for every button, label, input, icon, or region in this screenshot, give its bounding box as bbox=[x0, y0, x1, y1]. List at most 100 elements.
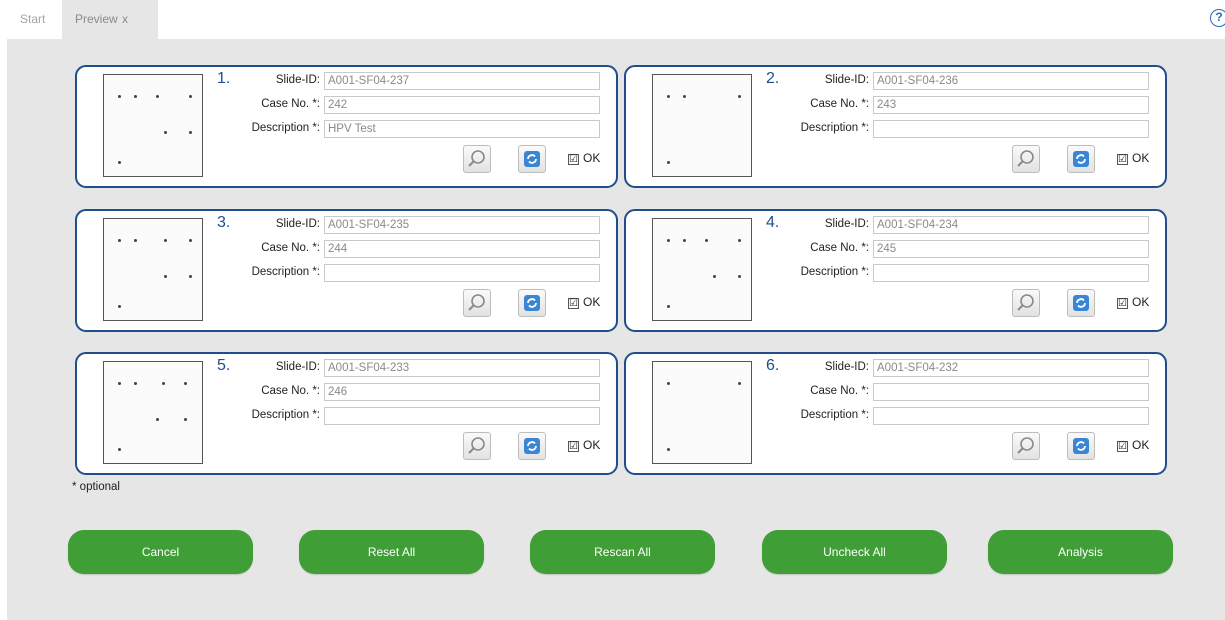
slide-id-field[interactable]: A001-SF04-234 bbox=[873, 216, 1149, 234]
slide-id-label: Slide-ID: bbox=[824, 74, 869, 86]
magnifier-icon bbox=[468, 150, 485, 167]
ok-label: OK bbox=[1132, 151, 1150, 165]
slide-spot-dot bbox=[667, 448, 670, 451]
tab-close-icon[interactable]: x bbox=[122, 0, 128, 39]
tab-start[interactable]: Start bbox=[20, 0, 45, 39]
case-no-field[interactable] bbox=[873, 383, 1149, 401]
slide-id-field[interactable]: A001-SF04-235 bbox=[324, 216, 600, 234]
rescan-button[interactable] bbox=[1067, 145, 1095, 173]
description-field[interactable] bbox=[873, 407, 1149, 425]
description-field[interactable] bbox=[873, 264, 1149, 282]
case-no-field[interactable]: 244 bbox=[324, 240, 600, 258]
reset-all-button[interactable]: Reset All bbox=[299, 530, 484, 574]
description-field[interactable] bbox=[324, 407, 600, 425]
description-label: Description *: bbox=[251, 122, 320, 134]
zoom-button[interactable] bbox=[463, 289, 491, 317]
slide-spot-dot bbox=[667, 161, 670, 164]
slide-spot-dot bbox=[156, 95, 159, 98]
slide-card-6: 6. Slide-ID: A001-SF04-232 Case No. *: D… bbox=[624, 352, 1167, 475]
analysis-button[interactable]: Analysis bbox=[988, 530, 1173, 574]
tab-preview[interactable]: Preview x bbox=[62, 0, 158, 40]
rescan-button[interactable] bbox=[518, 289, 546, 317]
slide-id-label: Slide-ID: bbox=[824, 361, 869, 373]
ok-checkbox[interactable]: ☑ bbox=[1117, 441, 1128, 452]
zoom-button[interactable] bbox=[463, 145, 491, 173]
ok-checkbox[interactable]: ☑ bbox=[568, 441, 579, 452]
case-no-label: Case No. *: bbox=[261, 98, 320, 110]
refresh-icon bbox=[524, 295, 540, 311]
ok-checkbox[interactable]: ☑ bbox=[1117, 154, 1128, 165]
rescan-button[interactable] bbox=[1067, 432, 1095, 460]
cancel-button[interactable]: Cancel bbox=[68, 530, 253, 574]
uncheck-all-button[interactable]: Uncheck All bbox=[762, 530, 947, 574]
rescan-button[interactable] bbox=[1067, 289, 1095, 317]
zoom-button[interactable] bbox=[1012, 289, 1040, 317]
description-field[interactable] bbox=[873, 120, 1149, 138]
magnifier-icon bbox=[1017, 294, 1034, 311]
slide-id-label: Slide-ID: bbox=[824, 218, 869, 230]
case-no-label: Case No. *: bbox=[810, 242, 869, 254]
refresh-icon bbox=[524, 438, 540, 454]
slide-spot-dot bbox=[156, 418, 159, 421]
description-label: Description *: bbox=[800, 266, 869, 278]
slide-id-field[interactable]: A001-SF04-236 bbox=[873, 72, 1149, 90]
slide-id-field[interactable]: A001-SF04-237 bbox=[324, 72, 600, 90]
case-no-field[interactable]: 246 bbox=[324, 383, 600, 401]
ok-label: OK bbox=[583, 295, 601, 309]
zoom-button[interactable] bbox=[1012, 145, 1040, 173]
slide-spot-dot bbox=[134, 239, 137, 242]
ok-checkbox[interactable]: ☑ bbox=[568, 154, 579, 165]
magnifier-icon bbox=[1017, 437, 1034, 454]
magnifier-icon bbox=[468, 437, 485, 454]
slide-card-5: 5. Slide-ID: A001-SF04-233 Case No. *: 2… bbox=[75, 352, 618, 475]
slide-spot-dot bbox=[118, 382, 121, 385]
ok-label: OK bbox=[1132, 438, 1150, 452]
description-label: Description *: bbox=[800, 122, 869, 134]
rescan-button[interactable] bbox=[518, 432, 546, 460]
case-no-label: Case No. *: bbox=[261, 242, 320, 254]
slide-spot-dot bbox=[683, 239, 686, 242]
help-icon[interactable]: ? bbox=[1210, 9, 1225, 27]
description-field[interactable]: HPV Test bbox=[324, 120, 600, 138]
refresh-icon bbox=[1073, 151, 1089, 167]
case-no-field[interactable]: 242 bbox=[324, 96, 600, 114]
slide-id-label: Slide-ID: bbox=[275, 218, 320, 230]
preview-panel: 1. Slide-ID: A001-SF04-237 Case No. *: 2… bbox=[7, 39, 1225, 620]
slide-card-4: 4. Slide-ID: A001-SF04-234 Case No. *: 2… bbox=[624, 209, 1167, 332]
slide-spot-dot bbox=[118, 239, 121, 242]
rescan-all-button[interactable]: Rescan All bbox=[530, 530, 715, 574]
description-label: Description *: bbox=[251, 266, 320, 278]
slide-id-field[interactable]: A001-SF04-232 bbox=[873, 359, 1149, 377]
rescan-button[interactable] bbox=[518, 145, 546, 173]
ok-label: OK bbox=[583, 438, 601, 452]
magnifier-icon bbox=[1017, 150, 1034, 167]
zoom-button[interactable] bbox=[463, 432, 491, 460]
description-field[interactable] bbox=[324, 264, 600, 282]
optional-note: * optional bbox=[72, 481, 120, 493]
case-no-field[interactable]: 245 bbox=[873, 240, 1149, 258]
description-label: Description *: bbox=[251, 409, 320, 421]
slide-card-2: 2. Slide-ID: A001-SF04-236 Case No. *: 2… bbox=[624, 65, 1167, 188]
case-no-label: Case No. *: bbox=[261, 385, 320, 397]
slide-spot-dot bbox=[118, 161, 121, 164]
slide-spot-dot bbox=[118, 305, 121, 308]
ok-label: OK bbox=[583, 151, 601, 165]
ok-checkbox[interactable]: ☑ bbox=[568, 298, 579, 309]
zoom-button[interactable] bbox=[1012, 432, 1040, 460]
slide-id-label: Slide-ID: bbox=[275, 74, 320, 86]
refresh-icon bbox=[524, 151, 540, 167]
slide-spot-dot bbox=[667, 382, 670, 385]
slide-spot-dot bbox=[667, 239, 670, 242]
ok-label: OK bbox=[1132, 295, 1150, 309]
refresh-icon bbox=[1073, 438, 1089, 454]
refresh-icon bbox=[1073, 295, 1089, 311]
case-no-field[interactable]: 243 bbox=[873, 96, 1149, 114]
tab-preview-label: Preview bbox=[75, 12, 118, 26]
slide-spot-dot bbox=[667, 305, 670, 308]
slide-spot-dot bbox=[705, 239, 708, 242]
ok-checkbox[interactable]: ☑ bbox=[1117, 298, 1128, 309]
slide-spot-dot bbox=[667, 95, 670, 98]
case-no-label: Case No. *: bbox=[810, 98, 869, 110]
magnifier-icon bbox=[468, 294, 485, 311]
slide-id-field[interactable]: A001-SF04-233 bbox=[324, 359, 600, 377]
